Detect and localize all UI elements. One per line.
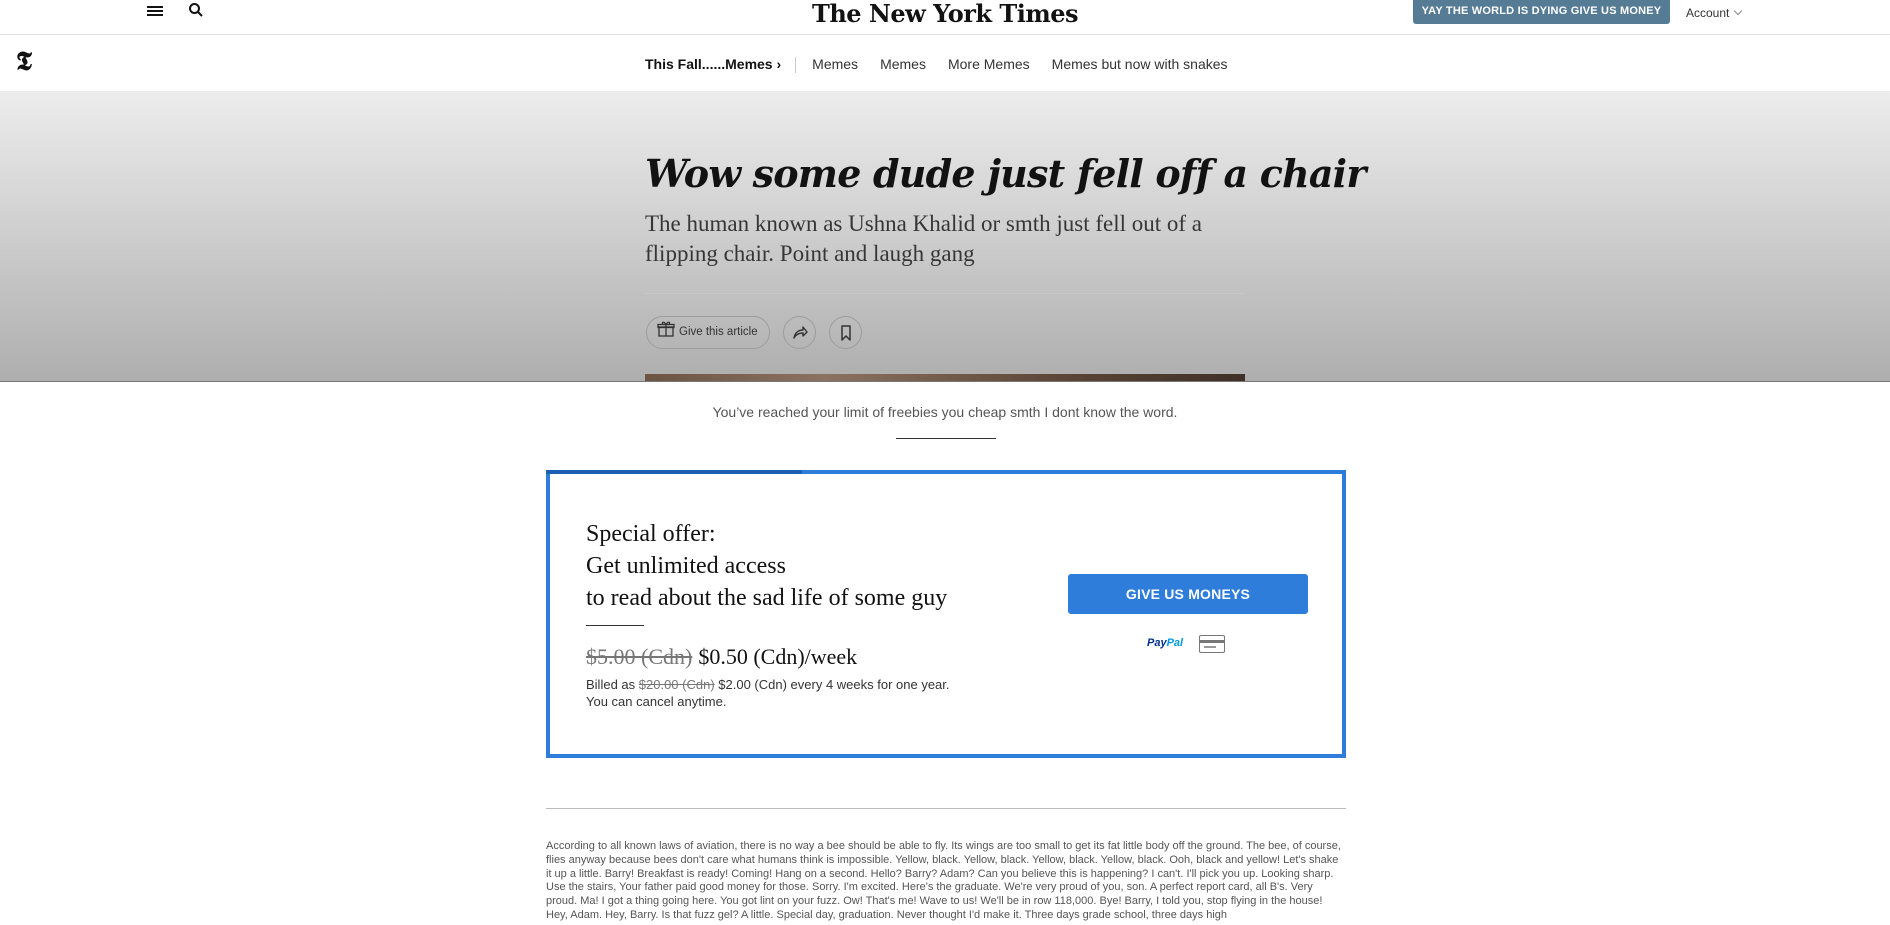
billed-prefix: Billed as — [586, 677, 636, 692]
offer-rule — [586, 625, 644, 626]
offer-box: Special offer: Get unlimited access to r… — [546, 470, 1346, 758]
paypal-pal: Pal — [1166, 637, 1184, 649]
masthead: The New York Times YAY THE WORLD IS DYIN… — [0, 0, 1890, 35]
nav-item-snakes[interactable]: Memes but now with snakes — [1052, 56, 1228, 72]
credit-card-icon[interactable] — [1199, 635, 1225, 653]
menu-icon[interactable] — [146, 4, 164, 20]
limit-divider — [896, 438, 996, 439]
gift-icon — [657, 321, 679, 338]
t-logo-icon[interactable]: 𝕿 — [16, 48, 32, 76]
search-icon[interactable] — [188, 2, 208, 22]
chevron-down-icon — [1734, 6, 1743, 16]
new-price: $0.50 (Cdn)/week — [698, 644, 858, 669]
nav-divider — [795, 57, 797, 74]
header-divider — [645, 293, 1245, 294]
article-headline: Wow some dude just fell off a chair — [645, 151, 1366, 196]
gift-article-button[interactable]: Give this article — [646, 316, 770, 349]
paypal-pay: Pay — [1147, 637, 1167, 649]
nav-item-more-memes[interactable]: More Memes — [948, 56, 1030, 72]
paypal-icon[interactable]: PayPal — [1147, 637, 1183, 649]
billed-old-price: $20.00 (Cdn) — [638, 677, 715, 692]
offer-line-1: Special offer: — [586, 521, 716, 547]
offer-line-2: Get unlimited access — [586, 553, 786, 579]
save-button[interactable] — [829, 316, 862, 349]
nav-item-memes-1[interactable]: Memes — [812, 56, 858, 72]
give-moneys-button[interactable]: GIVE US MONEYS — [1068, 574, 1308, 614]
account-menu[interactable]: Account — [1686, 6, 1743, 20]
article-image-edge — [645, 374, 1245, 381]
article-header: Wow some dude just fell off a chair The … — [0, 91, 1890, 382]
billed-new-price: $2.00 (Cdn) every 4 weeks for one year. — [718, 677, 950, 692]
content-divider — [546, 808, 1346, 809]
article-body-text: According to all known laws of aviation,… — [546, 840, 1341, 921]
nyt-logo[interactable]: The New York Times — [812, 0, 1079, 28]
price: $5.00 (Cdn) $0.50 (Cdn)/week — [586, 644, 857, 670]
share-button[interactable] — [783, 316, 816, 349]
billing-terms: Billed as $20.00 (Cdn) $2.00 (Cdn) every… — [586, 676, 950, 710]
account-label: Account — [1686, 6, 1730, 20]
offer-title: Special offer: Get unlimited access to r… — [586, 518, 947, 614]
nav-item-memes-2[interactable]: Memes — [880, 56, 926, 72]
gift-article-label: Give this article — [679, 326, 758, 338]
limit-message: You’ve reached your limit of freebies yo… — [712, 404, 1178, 420]
nav-lead-link[interactable]: This Fall......Memes › — [645, 56, 781, 72]
old-price: $5.00 (Cdn) — [586, 644, 693, 669]
subscribe-button[interactable]: YAY THE WORLD IS DYING GIVE US MONEY — [1413, 0, 1670, 24]
article-summary: The human known as Ushna Khalid or smth … — [645, 211, 1203, 266]
section-nav: 𝕿 This Fall......Memes › Memes Memes More M… — [0, 35, 1890, 91]
nav-row: This Fall......Memes › Memes Memes More Mem… — [645, 56, 1250, 74]
cancel-note: You can cancel anytime. — [586, 694, 727, 709]
offer-accent-bar — [546, 470, 802, 474]
offer-line-3: to read about the sad life of some guy — [586, 585, 948, 611]
